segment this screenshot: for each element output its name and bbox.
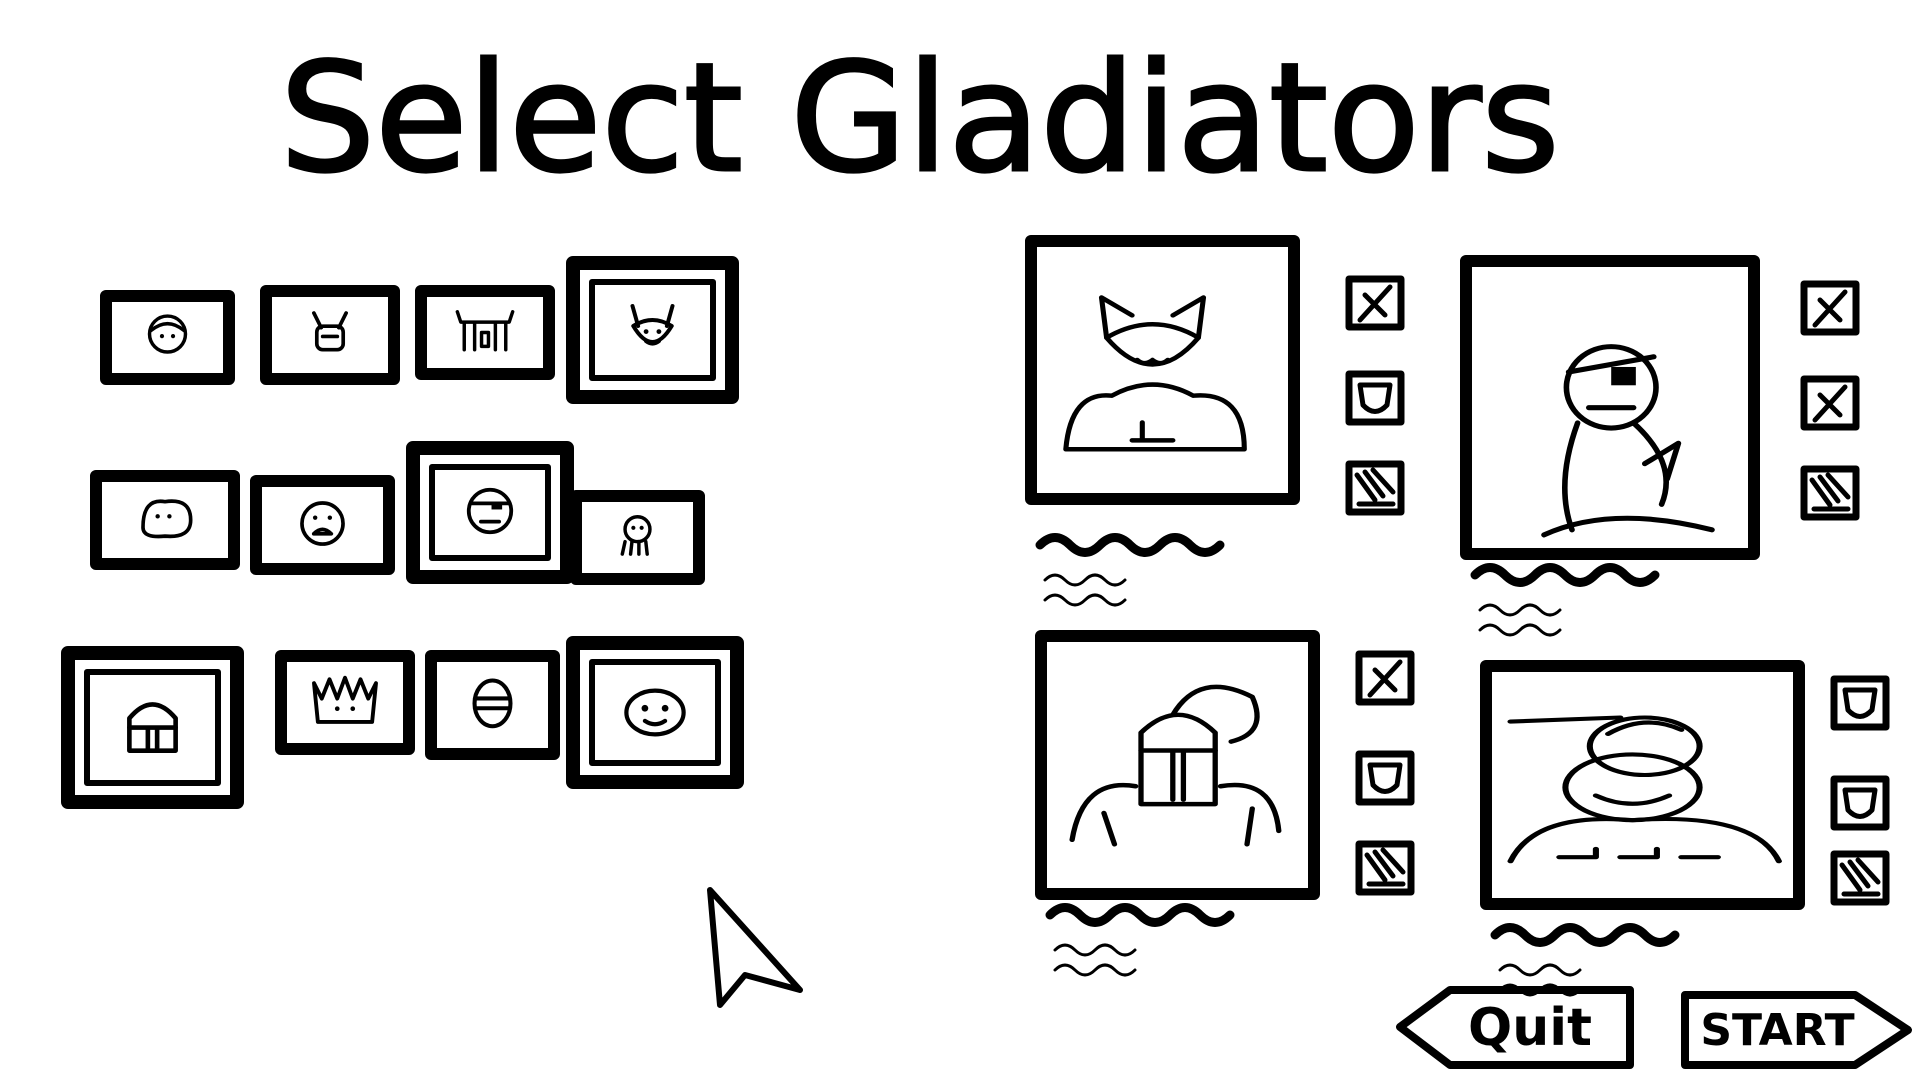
roster-slot[interactable] (415, 285, 555, 380)
start-button[interactable]: START (1680, 990, 1915, 1070)
horned-beast-icon (312, 311, 348, 352)
gladiator-name-scribble (1045, 900, 1245, 990)
roster-slot[interactable] (570, 490, 705, 585)
shield-stat-icon (1345, 370, 1405, 426)
screaming-face-icon (300, 501, 345, 546)
octopus-icon (620, 515, 652, 556)
roster-slot[interactable] (406, 441, 574, 584)
claw-stat-icon (1345, 460, 1405, 516)
shield-stat-icon (1830, 675, 1890, 731)
roster-slot[interactable] (566, 256, 739, 404)
gladiator-name-scribble (1470, 560, 1670, 650)
claw-stat-icon (1800, 465, 1860, 521)
screen-title-text: Select Gladiators (280, 32, 1559, 206)
sword-stat-icon (1800, 280, 1860, 336)
roster-slot[interactable] (100, 290, 235, 385)
round-creature-icon (624, 688, 686, 737)
quit-button[interactable]: Quit (1380, 985, 1640, 1070)
spiky-monster-icon (312, 675, 378, 724)
mouse-cursor-icon (700, 880, 810, 1010)
team-slot-portrait[interactable] (1035, 630, 1320, 900)
quadruped-creature-icon (455, 310, 515, 352)
shield-stat-icon (1355, 750, 1415, 806)
roster-slot[interactable] (425, 650, 560, 760)
roster-slot[interactable] (260, 285, 400, 385)
gladiator-name-scribble (1035, 530, 1235, 620)
roster-slot[interactable] (61, 646, 244, 809)
gladiator-roster (60, 250, 880, 830)
eyepatch-face-icon (466, 487, 514, 535)
roster-slot[interactable] (90, 470, 240, 570)
cat-face-icon (630, 304, 675, 346)
knight-gladiator-portrait (1069, 684, 1282, 847)
blob-creature-icon (141, 499, 193, 539)
team-slot-portrait[interactable] (1025, 235, 1300, 505)
pirate-gladiator-portrait (1541, 344, 1715, 538)
bandaged-face-icon (472, 678, 513, 729)
shield-stat-icon (1830, 775, 1890, 831)
cat-gladiator-portrait (1063, 295, 1247, 452)
claw-stat-icon (1830, 850, 1890, 906)
sword-stat-icon (1345, 275, 1405, 331)
team-slot-portrait[interactable] (1460, 255, 1760, 560)
start-button-label: START (1700, 1004, 1855, 1056)
team-slot-portrait[interactable] (1480, 660, 1805, 910)
roster-slot[interactable] (566, 636, 744, 789)
sword-stat-icon (1800, 375, 1860, 431)
helmet-face-icon (147, 314, 188, 354)
knight-helmet-icon (127, 702, 178, 753)
roster-slot[interactable] (275, 650, 415, 755)
blob-gladiator-portrait (1507, 715, 1782, 864)
claw-stat-icon (1355, 840, 1415, 896)
screen-title: Select Gladiators (270, 20, 1570, 220)
roster-slot[interactable] (250, 475, 395, 575)
quit-button-label: Quit (1468, 997, 1592, 1058)
sword-stat-icon (1355, 650, 1415, 706)
